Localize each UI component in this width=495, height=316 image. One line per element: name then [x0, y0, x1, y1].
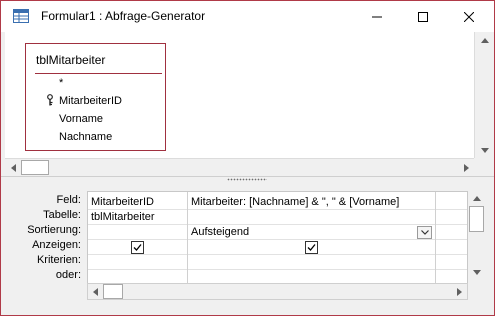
grid-scroll-up-arrow[interactable] — [468, 191, 485, 206]
design-grid[interactable]: MitarbeiterID tblMitarbeiter Mitarbeiter… — [87, 191, 468, 289]
column2-field-cell[interactable]: Mitarbeiter: [Nachname] & ", " & [Vornam… — [188, 195, 434, 209]
grid-row-line — [88, 239, 467, 240]
query-designer-icon — [13, 9, 29, 23]
scroll-right-arrow[interactable] — [458, 159, 474, 176]
splitter-grip[interactable] — [227, 178, 267, 181]
row-label-field: Feld: — [56, 194, 81, 206]
grid-scroll-down-arrow[interactable] — [468, 265, 485, 280]
upper-horizontal-scrollbar[interactable] — [5, 158, 474, 176]
grid-hscroll-thumb[interactable] — [103, 284, 123, 299]
row-label-criteria: Kriterien: — [36, 254, 81, 266]
key-icon — [46, 94, 54, 106]
minimize-icon — [372, 12, 382, 22]
field-vorname[interactable]: Vorname — [59, 113, 103, 125]
minimize-button[interactable] — [354, 1, 400, 32]
grid-row-line — [88, 269, 467, 270]
field-all[interactable]: * — [59, 77, 63, 89]
row-label-sort: Sortierung: — [27, 224, 81, 236]
table-divider — [35, 73, 162, 74]
column2-sort-cell[interactable]: Aufsteigend — [188, 225, 414, 239]
field-mitarbeiterid[interactable]: MitarbeiterID — [59, 95, 122, 107]
column1-show-checkbox[interactable] — [131, 241, 144, 254]
row-label-show: Anzeigen: — [32, 239, 81, 251]
grid-vertical-scrollbar[interactable] — [468, 191, 485, 280]
scroll-corner — [474, 158, 494, 176]
scroll-down-arrow[interactable] — [475, 142, 494, 158]
design-grid-pane: Feld: Tabelle: Sortierung: Anzeigen: Kri… — [1, 182, 494, 315]
scroll-left-arrow[interactable] — [5, 159, 21, 176]
window-title: Formular1 : Abfrage-Generator — [41, 9, 206, 23]
grid-scroll-left-arrow[interactable] — [88, 284, 103, 299]
checkmark-icon — [133, 244, 142, 251]
row-label-table: Tabelle: — [43, 209, 81, 221]
title-bar[interactable]: Formular1 : Abfrage-Generator — [1, 1, 494, 32]
grid-scroll-right-arrow[interactable] — [452, 284, 467, 299]
column2-show-checkbox[interactable] — [305, 241, 318, 254]
grid-column-line — [435, 192, 436, 288]
column1-field-cell[interactable]: MitarbeiterID — [88, 195, 186, 209]
checkmark-icon — [307, 244, 316, 251]
close-button[interactable] — [446, 1, 492, 32]
maximize-icon — [418, 11, 428, 22]
table-name[interactable]: tblMitarbeiter — [36, 53, 105, 67]
row-label-or: oder: — [55, 269, 81, 281]
sort-dropdown-button[interactable] — [417, 226, 432, 239]
upper-vertical-scrollbar[interactable] — [474, 32, 494, 158]
maximize-button[interactable] — [400, 1, 446, 32]
grid-horizontal-scrollbar[interactable] — [87, 283, 468, 300]
column1-table-cell[interactable]: tblMitarbeiter — [88, 210, 186, 224]
table-pane[interactable]: tblMitarbeiter * MitarbeiterID Vorname N… — [5, 32, 494, 176]
scroll-thumb[interactable] — [21, 160, 49, 175]
grid-scroll-thumb[interactable] — [469, 206, 484, 232]
grid-row-line — [88, 254, 467, 255]
chevron-down-icon — [420, 230, 429, 235]
field-nachname[interactable]: Nachname — [59, 131, 112, 143]
query-builder-window: Formular1 : Abfrage-Generator tblMitarbe… — [0, 0, 495, 316]
close-icon — [464, 11, 474, 22]
table-field-list[interactable]: tblMitarbeiter * MitarbeiterID Vorname N… — [25, 43, 166, 151]
scroll-up-arrow[interactable] — [475, 32, 494, 48]
